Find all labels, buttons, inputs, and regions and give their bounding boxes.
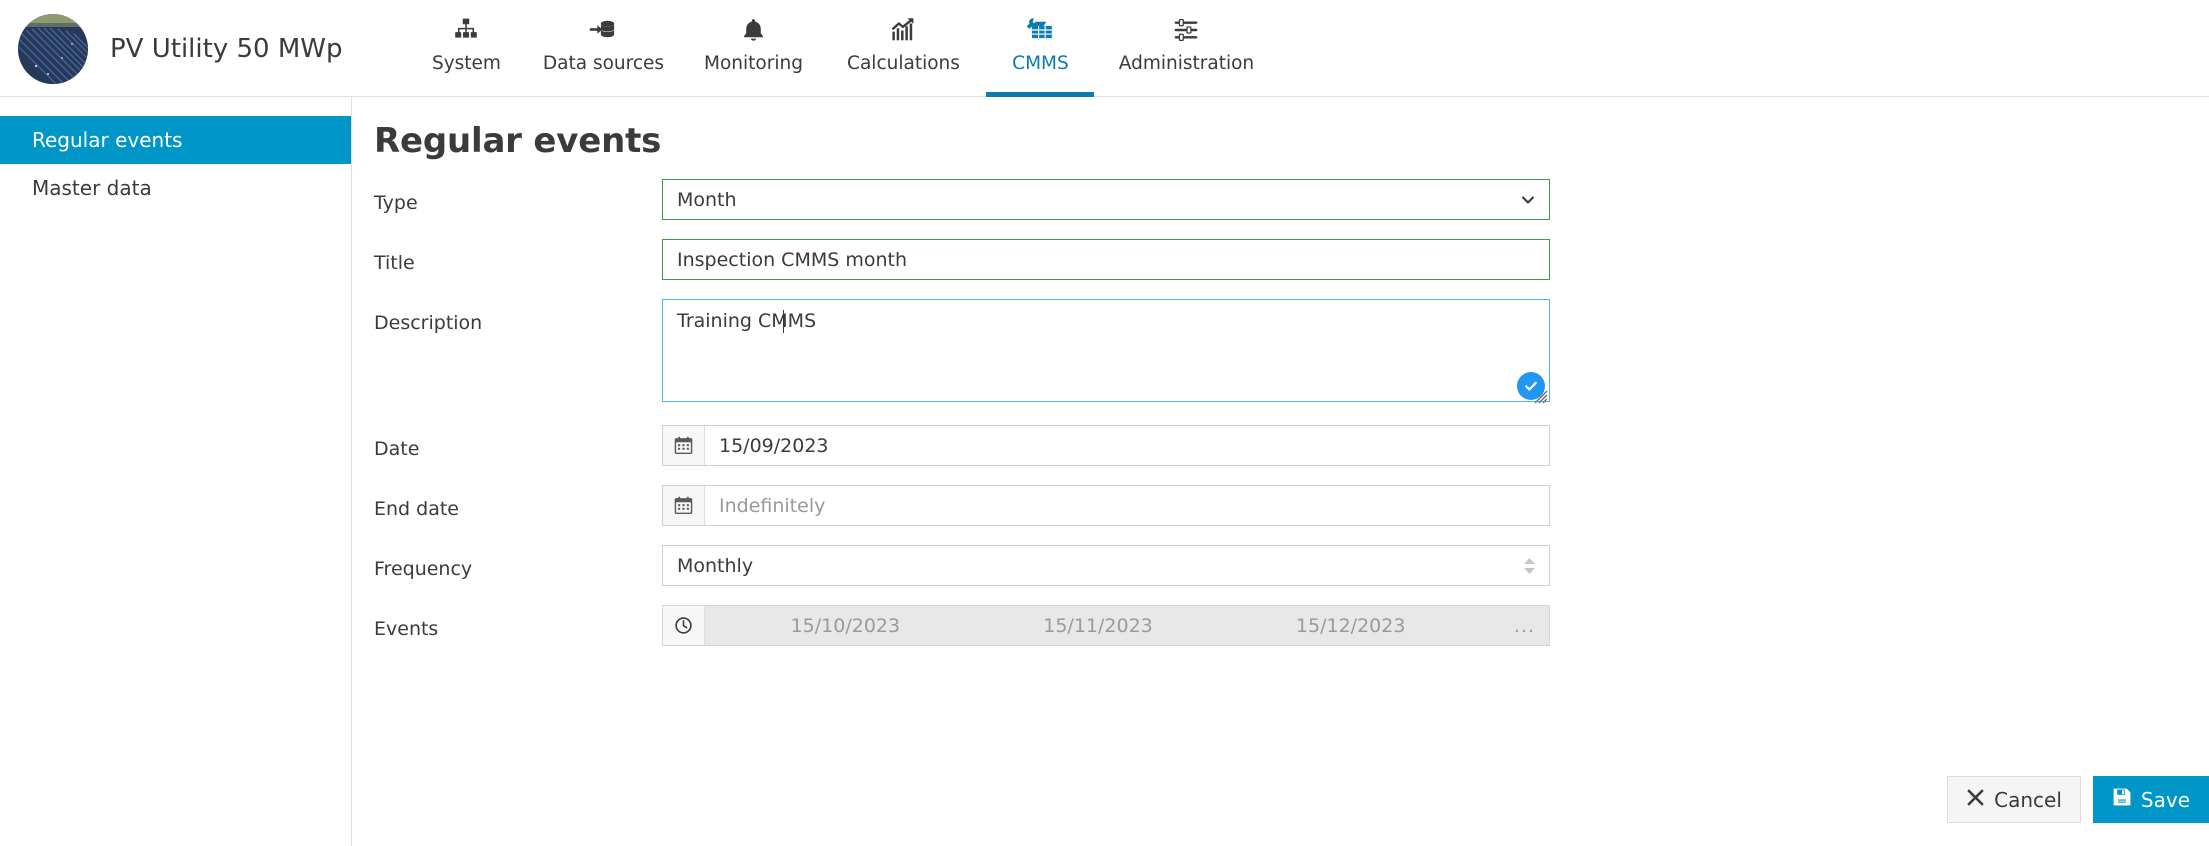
field-end-date xyxy=(662,485,1550,526)
nav-item-system[interactable]: System xyxy=(404,0,528,97)
field-description: Training CMMS xyxy=(662,299,1550,406)
form-row-title: Title xyxy=(352,239,2209,280)
form-row-end-date: End date xyxy=(352,485,2209,526)
type-select[interactable] xyxy=(662,179,1550,220)
events-preview-list: 15/10/2023 15/11/2023 15/12/2023 ... xyxy=(705,606,1549,645)
sidebar-label-master-data: Master data xyxy=(32,176,152,200)
nav-label-system: System xyxy=(431,53,501,74)
sidebar-item-regular-events[interactable]: Regular events xyxy=(0,116,351,164)
top-header-bar: PV Utility 50 MWp System Data sources Mo… xyxy=(0,0,2209,97)
nav-item-administration[interactable]: Administration xyxy=(1102,0,1270,97)
cancel-button[interactable]: Cancel xyxy=(1947,776,2081,823)
field-frequency xyxy=(662,545,1550,586)
field-type xyxy=(662,179,1550,220)
form-row-frequency: Frequency xyxy=(352,545,2209,586)
main-navigation: System Data sources Monitoring Calculati… xyxy=(404,0,1270,97)
nav-label-administration: Administration xyxy=(1118,53,1255,74)
event-date-2: 15/11/2023 xyxy=(1043,614,1153,637)
sitemap-icon xyxy=(453,13,479,47)
cancel-button-label: Cancel xyxy=(1994,787,2062,812)
page-title: Regular events xyxy=(374,121,662,161)
field-title xyxy=(662,239,1550,280)
save-button-label: Save xyxy=(2140,787,2190,812)
label-events: Events xyxy=(374,618,439,640)
regular-event-form: Type Title xyxy=(352,179,2209,646)
database-in-icon xyxy=(589,13,617,47)
event-date-1: 15/10/2023 xyxy=(790,614,901,637)
nav-label-monitoring: Monitoring xyxy=(704,53,803,74)
label-title: Title xyxy=(374,252,415,274)
title-input[interactable] xyxy=(662,239,1550,280)
brand: PV Utility 50 MWp xyxy=(0,0,342,97)
close-x-icon xyxy=(1966,788,1985,812)
description-textarea[interactable]: Training CMMS xyxy=(662,299,1550,402)
save-button[interactable]: Save xyxy=(2092,776,2209,823)
label-type: Type xyxy=(374,192,418,214)
floppy-save-icon xyxy=(2112,787,2132,812)
label-end-date: End date xyxy=(374,498,459,520)
nav-label-data-sources: Data sources xyxy=(542,53,665,74)
main-content: Regular events Type Month Title Inspecti… xyxy=(352,97,2209,846)
sidebar-item-master-data[interactable]: Master data xyxy=(0,164,351,212)
sliders-icon xyxy=(1172,13,1200,47)
nav-item-cmms[interactable]: CMMS xyxy=(978,0,1102,97)
bell-icon xyxy=(741,13,766,47)
calendar-icon[interactable] xyxy=(663,426,705,465)
form-row-date: Date xyxy=(352,425,2209,466)
form-footer-actions: Cancel Save xyxy=(1947,776,2209,823)
field-events: 15/10/2023 15/11/2023 15/12/2023 ... xyxy=(662,605,1550,646)
chart-up-icon xyxy=(890,13,916,47)
form-row-type: Type xyxy=(352,179,2209,220)
form-row-events: Events 15/10/2023 15/11/2023 15/12/2023 … xyxy=(352,605,2209,646)
solar-wrench-icon xyxy=(1026,13,1054,47)
calendar-icon[interactable] xyxy=(663,486,705,525)
sidebar: Regular events Master data xyxy=(0,97,352,846)
label-description: Description xyxy=(374,312,483,334)
date-input[interactable] xyxy=(705,426,1549,465)
nav-item-calculations[interactable]: Calculations xyxy=(828,0,978,97)
check-circle-icon xyxy=(1517,372,1545,400)
event-more-ellipsis: ... xyxy=(1513,614,1536,637)
text-caret xyxy=(783,310,784,333)
brand-logo-icon xyxy=(18,13,88,84)
end-date-input[interactable] xyxy=(705,486,1549,525)
frequency-select[interactable] xyxy=(662,545,1550,586)
nav-item-monitoring[interactable]: Monitoring xyxy=(678,0,828,97)
page-body: Regular events Master data Regular event… xyxy=(0,97,2209,846)
clock-icon xyxy=(663,606,705,645)
label-date: Date xyxy=(374,438,420,460)
nav-label-calculations: Calculations xyxy=(847,53,960,74)
brand-title: PV Utility 50 MWp xyxy=(110,33,343,64)
sidebar-label-regular-events: Regular events xyxy=(32,128,183,152)
nav-item-data-sources[interactable]: Data sources xyxy=(528,0,678,97)
form-row-description: Description Training CMMS xyxy=(352,299,2209,406)
event-date-3: 15/12/2023 xyxy=(1295,614,1406,637)
nav-label-cmms: CMMS xyxy=(1012,53,1069,74)
field-date xyxy=(662,425,1550,466)
label-frequency: Frequency xyxy=(374,558,473,580)
